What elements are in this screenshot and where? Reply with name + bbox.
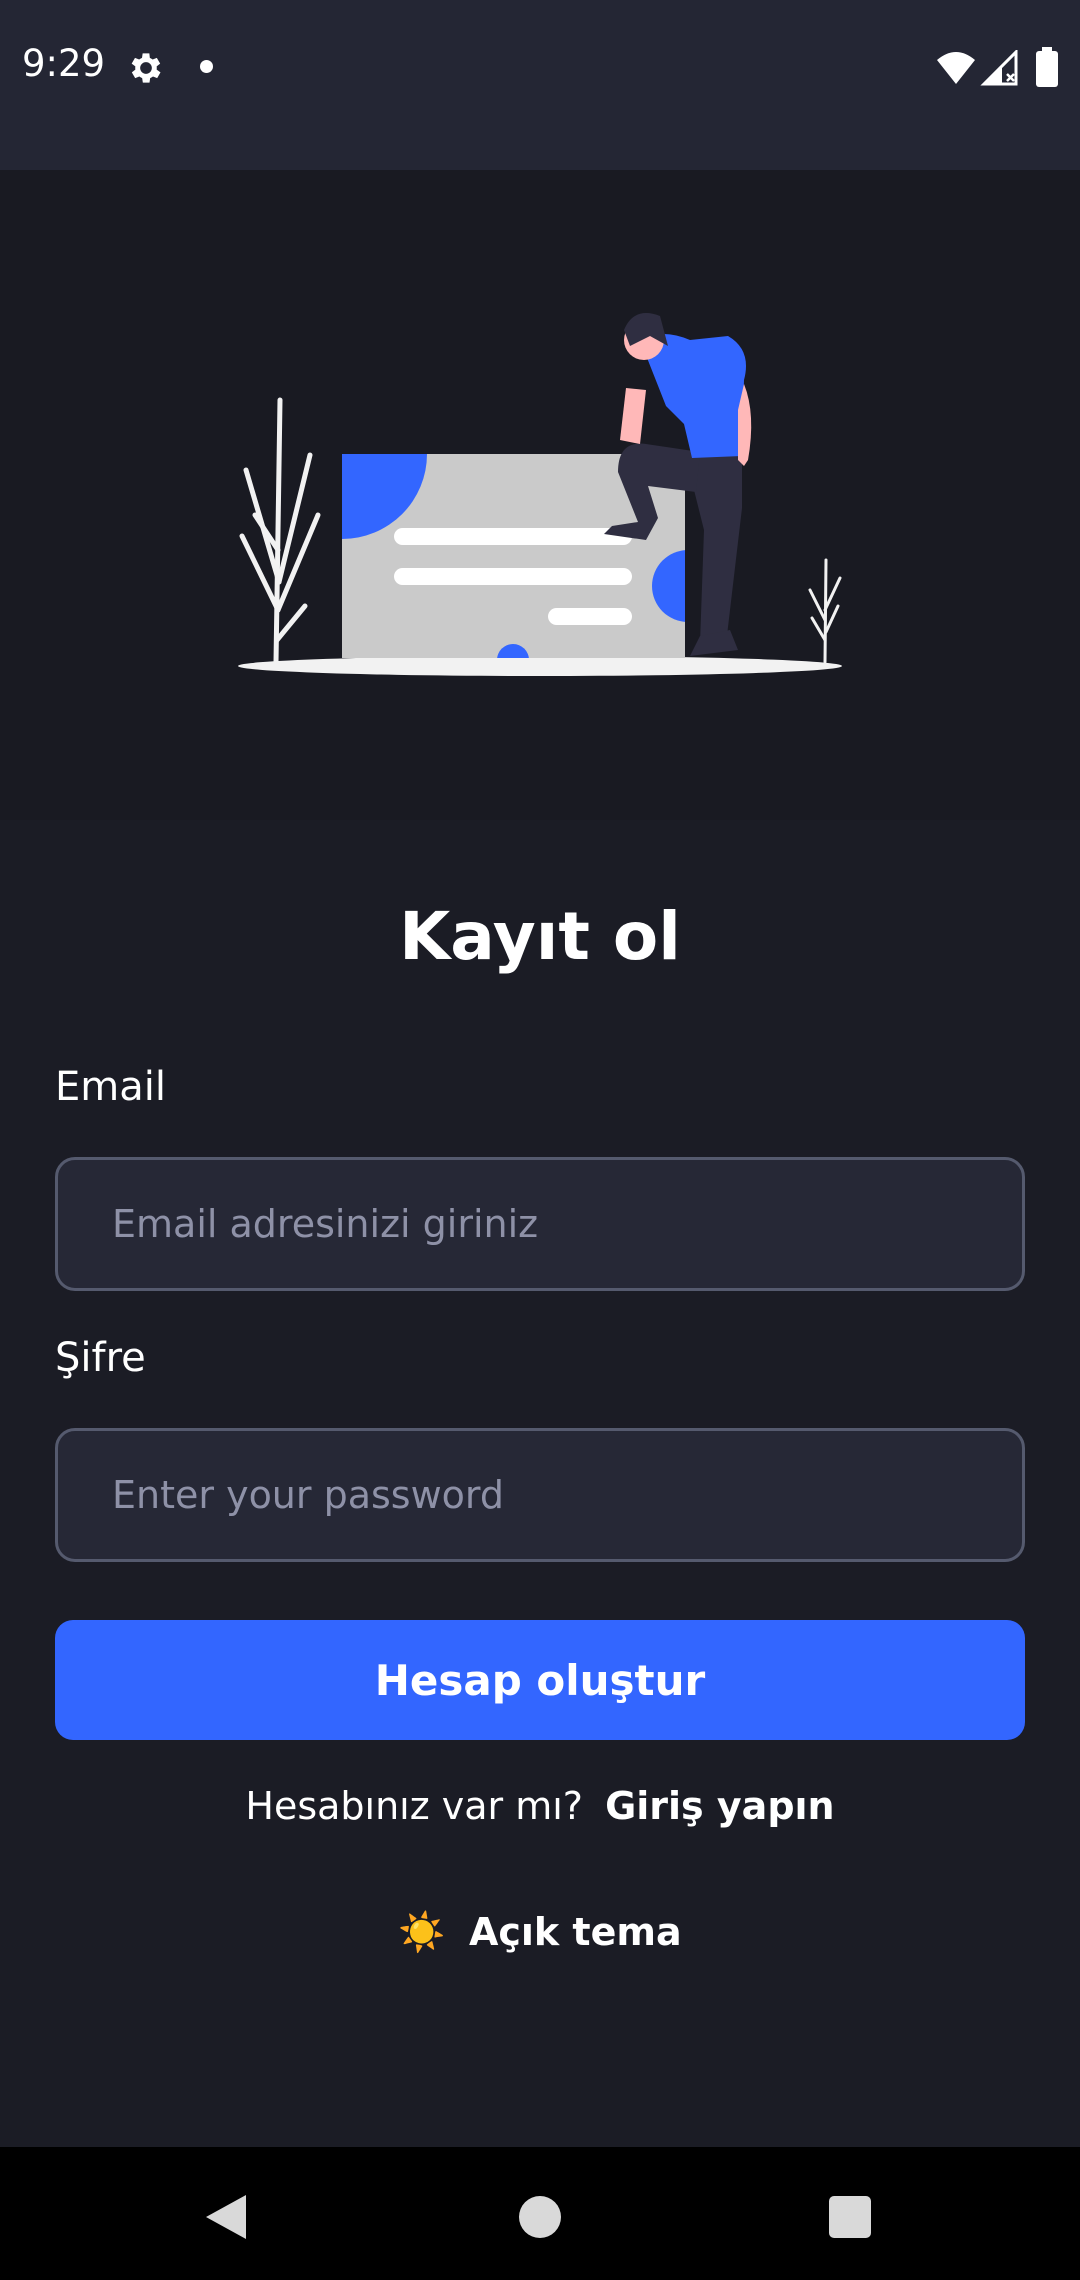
signal-icon [980,50,1018,86]
password-field[interactable] [55,1428,1025,1562]
theme-toggle-button[interactable]: ☀️ Açık tema [0,1910,1080,1955]
recents-icon[interactable] [829,2196,871,2238]
page-title: Kayıt ol [399,898,681,975]
notification-dot-icon [200,60,213,73]
person-leaning-on-card-illustration [238,313,842,676]
theme-toggle-label: Açık tema [468,1910,682,1954]
password-label: Şifre [55,1335,146,1381]
create-account-button[interactable]: Hesap oluştur [55,1620,1025,1740]
sun-icon: ☀️ [398,1910,446,1954]
status-bar: 9:29 [0,0,1080,170]
hero-section [0,170,1080,820]
navigation-bar [0,2147,1080,2280]
login-link[interactable]: Giriş yapın [605,1784,835,1828]
wifi-icon [937,52,975,84]
back-icon[interactable] [204,2193,248,2241]
login-prompt-text: Hesabınız var mı? [245,1784,583,1828]
login-prompt: Hesabınız var mı? Giriş yapın [0,1784,1080,1828]
gear-icon [131,53,161,83]
email-label: Email [55,1064,166,1110]
status-time: 9:29 [22,42,106,85]
home-icon[interactable] [519,2196,561,2238]
battery-icon [1036,47,1058,87]
email-field[interactable] [55,1157,1025,1291]
